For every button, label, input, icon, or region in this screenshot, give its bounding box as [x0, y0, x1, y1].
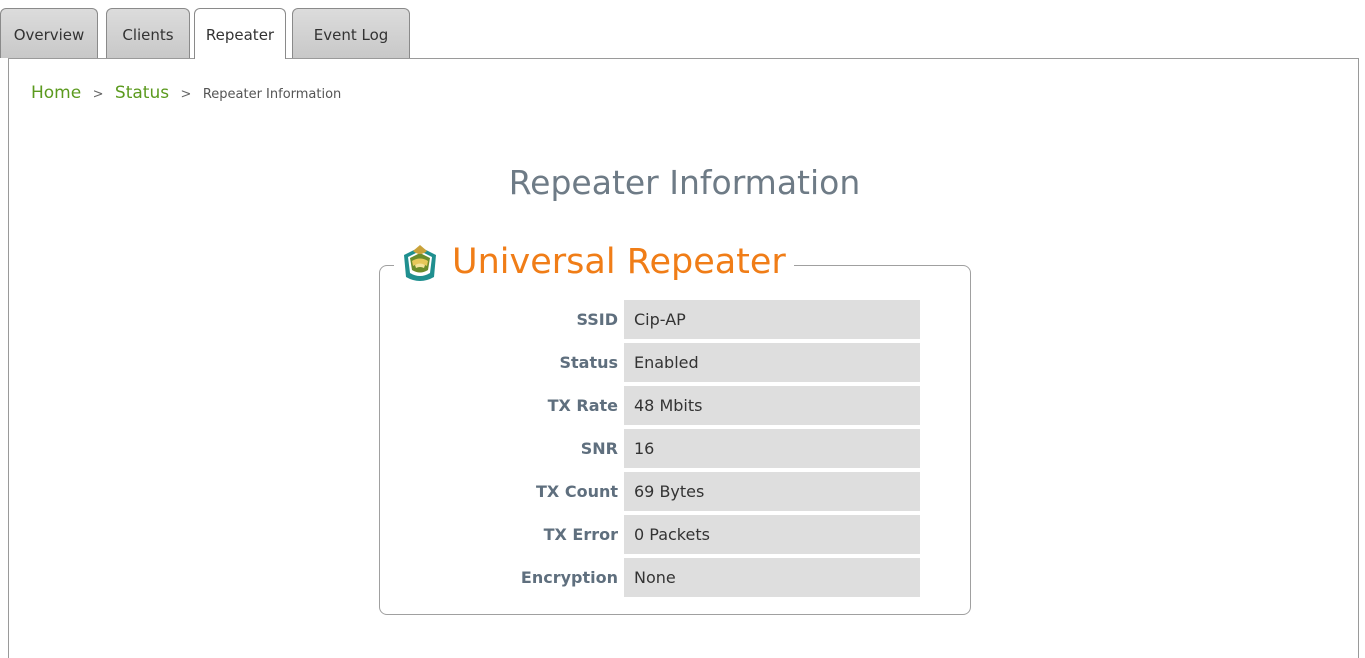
info-label: SSID [576, 310, 618, 329]
info-value: Enabled [624, 343, 920, 382]
content-panel: Home > Status > Repeater Information Rep… [8, 58, 1359, 658]
universal-repeater-section: Universal Repeater SSID Cip-AP Status En… [379, 236, 971, 615]
info-value: Cip-AP [624, 300, 920, 339]
info-row-tx-rate: TX Rate 48 Mbits [380, 386, 940, 425]
breadcrumb-home-link[interactable]: Home [31, 83, 81, 103]
breadcrumb-separator: > [180, 87, 192, 102]
tab-repeater-label: Repeater [205, 26, 275, 44]
tab-event-log[interactable]: Event Log [292, 8, 410, 58]
section-title: Universal Repeater [452, 242, 786, 282]
info-value: None [624, 558, 920, 597]
tab-clients-label: Clients [122, 26, 174, 44]
info-label: TX Count [536, 482, 618, 501]
tab-event-log-label: Event Log [313, 26, 389, 44]
tab-bar: Overview Clients Repeater Event Log [0, 8, 420, 60]
breadcrumb-separator: > [92, 87, 104, 102]
tab-overview[interactable]: Overview [0, 8, 98, 58]
info-row-tx-count: TX Count 69 Bytes [380, 472, 940, 511]
repeater-info-table: SSID Cip-AP Status Enabled TX Rate 48 Mb… [380, 300, 940, 601]
info-row-snr: SNR 16 [380, 429, 940, 468]
tab-clients[interactable]: Clients [106, 8, 190, 58]
universal-repeater-icon [398, 237, 442, 287]
info-label: TX Error [543, 525, 618, 544]
page-title: Repeater Information [508, 163, 861, 202]
info-value: 0 Packets [624, 515, 920, 554]
info-label: Status [559, 353, 618, 372]
breadcrumb-status-link[interactable]: Status [115, 83, 169, 103]
section-legend: Universal Repeater [394, 236, 794, 288]
info-row-ssid: SSID Cip-AP [380, 300, 940, 339]
info-label: Encryption [520, 568, 618, 587]
info-value: 69 Bytes [624, 472, 920, 511]
tab-overview-label: Overview [13, 26, 85, 44]
info-value: 48 Mbits [624, 386, 920, 425]
info-row-tx-error: TX Error 0 Packets [380, 515, 940, 554]
info-label: TX Rate [547, 396, 618, 415]
info-row-status: Status Enabled [380, 343, 940, 382]
breadcrumb-current: Repeater Information [202, 87, 342, 102]
info-row-encryption: Encryption None [380, 558, 940, 597]
info-value: 16 [624, 429, 920, 468]
breadcrumb: Home > Status > Repeater Information [31, 83, 341, 103]
tab-repeater[interactable]: Repeater [194, 8, 286, 59]
info-label: SNR [580, 439, 618, 458]
